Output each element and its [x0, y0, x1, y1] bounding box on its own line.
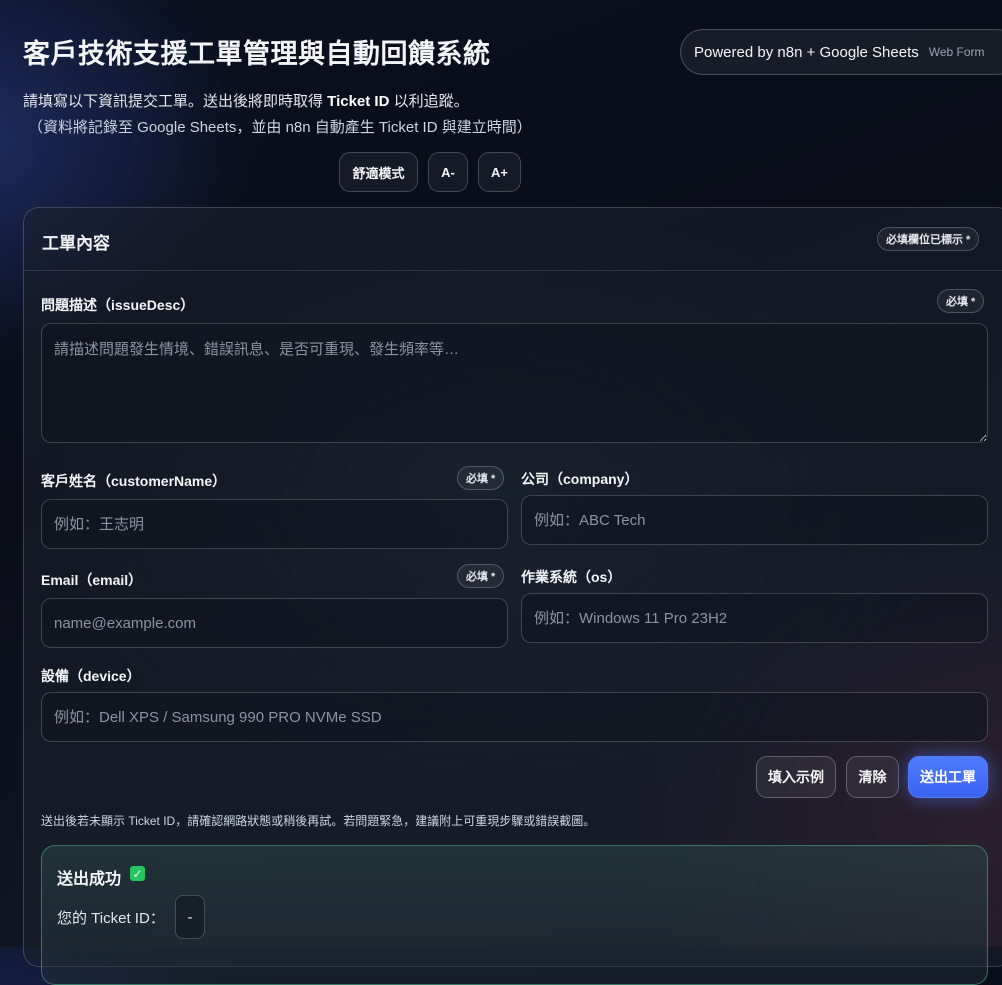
company-input[interactable]	[521, 495, 988, 545]
powered-by-badge: Powered by n8n + Google Sheets Web Form	[680, 29, 1002, 75]
customer-name-required-badge: 必填 *	[457, 466, 505, 490]
form-tag: Web Form	[928, 45, 985, 59]
os-input[interactable]	[521, 593, 988, 643]
email-required-badge: 必填 *	[457, 564, 505, 588]
check-icon: ✓	[130, 866, 145, 881]
powered-by-text: Powered by n8n + Google Sheets	[694, 43, 919, 61]
font-decrease-button[interactable]: A-	[428, 152, 468, 192]
ticket-id-value[interactable]: -	[175, 895, 205, 939]
intro-note: （資料將記錄至 Google Sheets，並由 n8n 自動產生 Ticket…	[28, 119, 532, 136]
intro-suffix: 以利追蹤。	[389, 93, 469, 110]
success-panel: 送出成功 ✓ 您的 Ticket ID： -	[41, 845, 988, 985]
customer-name-input[interactable]	[41, 499, 508, 549]
company-label: 公司（company）	[521, 471, 639, 487]
issue-label: 問題描述（issueDesc）	[41, 297, 195, 313]
clear-button[interactable]: 清除	[846, 756, 899, 798]
intro-bold: Ticket ID	[327, 93, 390, 110]
card-header: 工單內容 必填欄位已標示 *	[24, 208, 1002, 271]
os-label: 作業系統（os）	[521, 569, 622, 585]
email-input[interactable]	[41, 598, 508, 648]
submit-note: 送出後若未顯示 Ticket ID，請確認網路狀態或稍後再試。若問題緊急，建議附…	[41, 814, 596, 828]
intro-prefix: 請填寫以下資訊提交工單。送出後將即時取得	[23, 93, 328, 110]
comfort-mode-button[interactable]: 舒適模式	[339, 152, 418, 192]
customer-name-label: 客戶姓名（customerName）	[41, 473, 227, 489]
page-title: 客戶技術支援工單管理與自動回饋系統	[23, 39, 491, 69]
issue-required-badge: 必填 *	[937, 289, 985, 313]
device-input[interactable]	[41, 692, 988, 742]
email-label: Email（email）	[41, 572, 143, 588]
intro-text: 請填寫以下資訊提交工單。送出後將即時取得 Ticket ID 以利追蹤。	[23, 90, 469, 111]
required-hint-badge: 必填欄位已標示 *	[877, 227, 980, 251]
font-increase-button[interactable]: A+	[478, 152, 521, 192]
issue-description-textarea[interactable]	[41, 323, 988, 443]
fill-example-button[interactable]: 填入示例	[756, 756, 836, 798]
ticket-id-label: 您的 Ticket ID：	[57, 910, 165, 927]
submit-ticket-button[interactable]: 送出工單	[908, 756, 988, 798]
card-title: 工單內容	[42, 234, 110, 253]
success-title: 送出成功	[57, 871, 122, 888]
device-label: 設備（device）	[41, 668, 141, 684]
